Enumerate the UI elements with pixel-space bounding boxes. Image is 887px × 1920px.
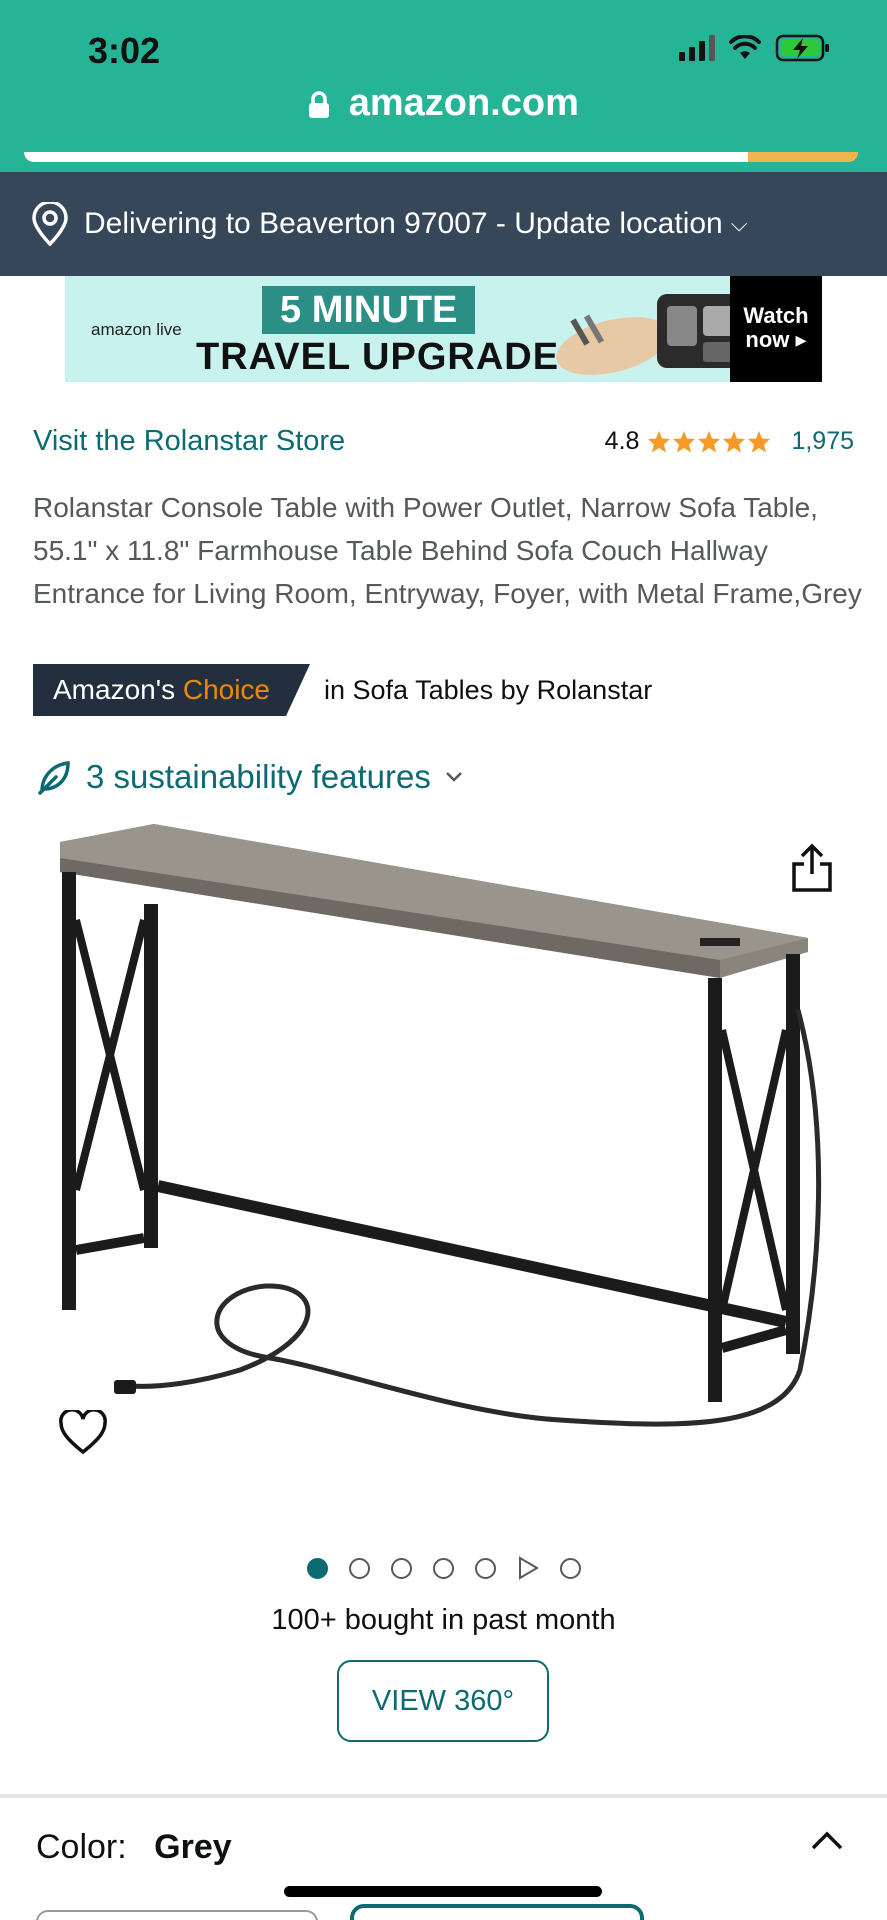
amazons-choice-badge: Amazon's Choice: [33, 664, 310, 716]
chevron-up-icon[interactable]: [809, 1826, 845, 1852]
product-image[interactable]: [40, 810, 840, 1510]
address-bar[interactable]: amazon.com: [0, 82, 887, 125]
color-swatch[interactable]: [36, 1910, 318, 1920]
carousel-dot[interactable]: [306, 1557, 328, 1579]
store-link[interactable]: Visit the Rolanstar Store: [33, 425, 345, 458]
chevron-down-icon: [445, 772, 462, 782]
review-count-link[interactable]: 1,975: [791, 427, 854, 456]
status-time: 3:02: [88, 30, 161, 71]
amazons-choice-row[interactable]: Amazon's Choice in Sofa Tables by Rolans…: [33, 664, 652, 716]
section-divider: [0, 1794, 887, 1798]
carousel-dot[interactable]: [432, 1557, 454, 1579]
image-carousel-dots[interactable]: [0, 1556, 887, 1580]
status-icons: [679, 34, 831, 62]
choice-category-text: in Sofa Tables by Rolanstar: [324, 674, 653, 705]
color-value: Grey: [154, 1828, 232, 1866]
carousel-dot[interactable]: [348, 1557, 370, 1579]
color-swatch-selected[interactable]: [350, 1904, 644, 1920]
url-text: amazon.com: [348, 82, 579, 124]
color-label: Color:: [36, 1828, 127, 1866]
location-text: Delivering to Beaverton 97007 - Update l…: [84, 207, 723, 240]
browser-header: 3:02 amazon.com: [0, 0, 887, 172]
star-rating-icon: [647, 430, 771, 454]
product-title: Rolanstar Console Table with Power Outle…: [33, 492, 862, 609]
ad-headline-bottom: TRAVEL UPGRADE: [196, 336, 560, 378]
cellular-signal-icon: [679, 35, 715, 61]
store-rating-row: Visit the Rolanstar Store 4.8 1,975: [33, 425, 854, 458]
carousel-dot[interactable]: [559, 1557, 581, 1579]
wifi-icon: [729, 35, 761, 59]
ad-headline-top: 5 MINUTE: [262, 286, 476, 334]
lock-icon: [309, 91, 330, 118]
share-icon[interactable]: [790, 842, 834, 894]
rating-value: 4.8: [604, 427, 640, 455]
carousel-video-play-icon[interactable]: [517, 1556, 539, 1580]
location-pin-icon: [32, 202, 68, 246]
home-indicator: [284, 1886, 602, 1897]
rating-summary[interactable]: 4.8 1,975: [605, 427, 854, 456]
amazon-live-logo: amazon live: [91, 320, 182, 339]
bought-past-month-text: 100+ bought in past month: [271, 1604, 616, 1636]
ad-cta-line-1: Watch: [743, 303, 809, 328]
ad-cta-line-2: now ▸: [745, 327, 807, 353]
leaf-icon: [38, 761, 70, 795]
chevron-down-icon: ⌵: [730, 211, 748, 236]
delivery-location-bar[interactable]: Delivering to Beaverton 97007 - Update l…: [0, 172, 887, 276]
carousel-dot[interactable]: [390, 1557, 412, 1579]
heart-icon[interactable]: [58, 1410, 108, 1456]
view-360-button[interactable]: VIEW 360°: [337, 1660, 549, 1742]
ad-banner[interactable]: amazon live 5 MINUTE TRAVEL UPGRADE Watc…: [65, 276, 822, 382]
color-variation-label: Color: Grey: [36, 1828, 232, 1867]
choice-highlight: Choice: [182, 674, 271, 705]
search-button-edge[interactable]: [748, 152, 858, 162]
carousel-dot[interactable]: [474, 1557, 496, 1579]
sustainability-label: 3 sustainability features: [86, 758, 431, 795]
battery-charging-icon: [775, 34, 829, 62]
ad-watch-now-button[interactable]: Watch now ▸: [730, 276, 822, 382]
search-bar-edge[interactable]: [24, 152, 858, 162]
choice-prefix: Amazon's: [53, 674, 176, 705]
sustainability-features-toggle[interactable]: 3 sustainability features: [36, 758, 463, 796]
